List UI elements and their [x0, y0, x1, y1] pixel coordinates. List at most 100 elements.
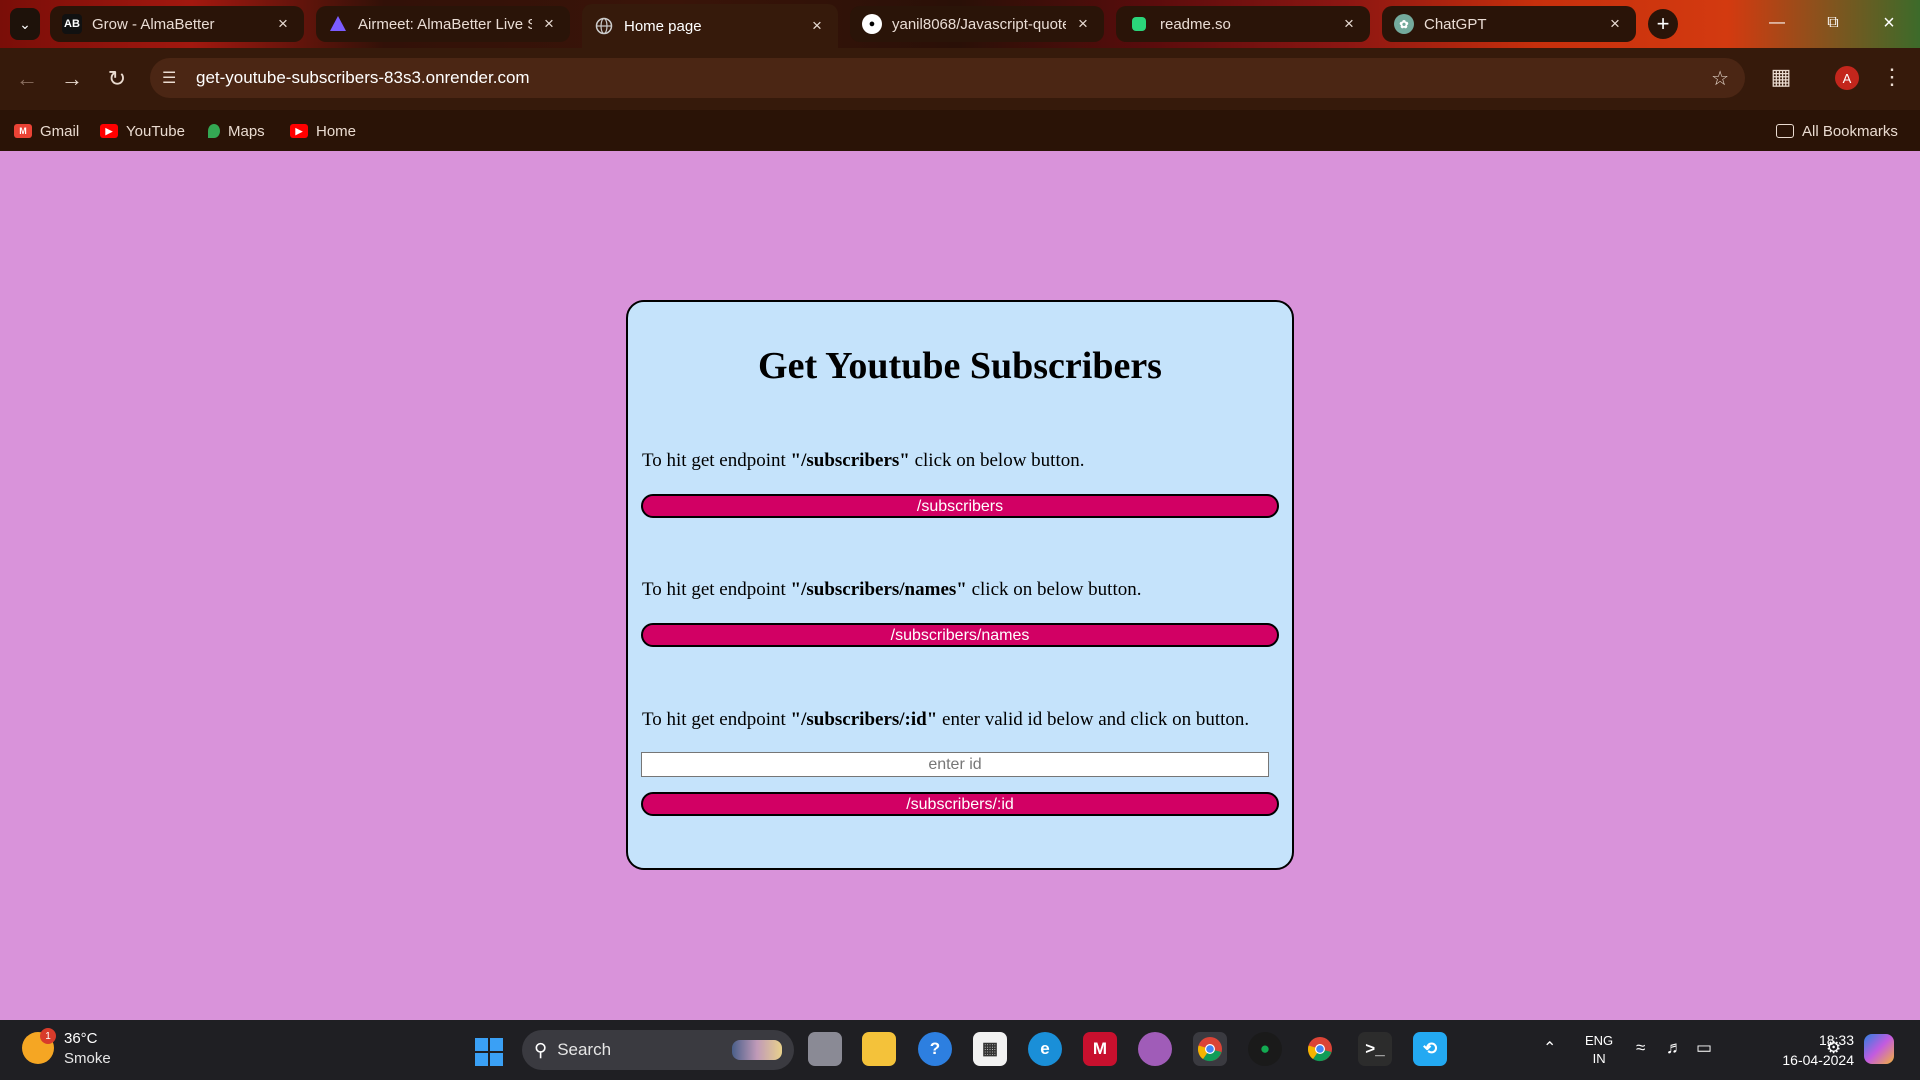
id-input[interactable] [641, 752, 1269, 777]
menu-icon[interactable]: ⋮ [1880, 62, 1904, 92]
toolbar: ← → ↻ ☰ get-youtube-subscribers-83s3.onr… [0, 48, 1920, 110]
battery-icon[interactable]: ▭ [1696, 1038, 1712, 1058]
browser-chrome: ⌄ AB Grow - AlmaBetter × Airmeet: AlmaBe… [0, 0, 1920, 151]
maps-icon [208, 124, 220, 138]
bookmark-label: Gmail [40, 122, 80, 140]
minimize-icon[interactable]: — [1754, 8, 1800, 38]
bookmarks-bar: M Gmail ▶ YouTube Maps ▶ Home All Bookma… [0, 110, 1920, 151]
bookmark-label: Home [316, 122, 357, 140]
time-text: 18:33 [1818, 1032, 1854, 1048]
clock[interactable]: 18:33 16-04-2024 [1774, 1030, 1854, 1070]
chrome-profile-icon[interactable] [1303, 1032, 1337, 1066]
profile-avatar[interactable]: A [1835, 66, 1859, 90]
youtube-icon: ▶ [290, 124, 308, 138]
copilot-pre-icon[interactable] [1864, 1034, 1894, 1064]
help-icon[interactable]: ? [918, 1032, 952, 1066]
bookmark-star-icon[interactable]: ☆ [1711, 66, 1729, 91]
tab-github[interactable]: ● yanil8068/Javascript-quote × [850, 6, 1104, 42]
restore-icon[interactable]: ⧉ [1810, 8, 1856, 38]
desc-suffix: enter valid id below and click on button… [937, 709, 1250, 730]
gmail-icon: M [14, 124, 32, 138]
youtube-icon: ▶ [100, 124, 118, 138]
tab-readme[interactable]: readme.so × [1116, 6, 1370, 42]
settings-gear-icon[interactable]: ⚙ [1826, 1038, 1841, 1058]
endpoint-name: "/subscribers/:id" [790, 709, 938, 730]
tab-almabetter[interactable]: AB Grow - AlmaBetter × [50, 6, 304, 42]
lang-code: ENG [1585, 1033, 1614, 1048]
endpoint-name: "/subscribers" [790, 450, 910, 471]
globe-icon [594, 16, 614, 36]
desc-suffix: click on below button. [909, 450, 1085, 471]
window-close-icon[interactable]: × [1866, 8, 1912, 38]
bookmark-label: Maps [228, 122, 265, 140]
new-tab-button[interactable]: + [1648, 9, 1678, 39]
bookmark-maps[interactable]: Maps [208, 119, 265, 143]
bookmark-youtube[interactable]: ▶ YouTube [100, 119, 185, 143]
almabetter-icon: AB [62, 14, 82, 34]
page-title: Get Youtube Subscribers [758, 345, 1162, 387]
tab-title: Home page [624, 17, 702, 35]
subscribers-card: Get Youtube Subscribers To hit get endpo… [626, 300, 1294, 870]
wifi-icon[interactable]: ≈ [1636, 1038, 1645, 1058]
start-button[interactable] [475, 1038, 503, 1066]
subscribers-names-button[interactable]: /subscribers/names [641, 623, 1279, 647]
terminal-icon[interactable]: >_ [1358, 1032, 1392, 1066]
tab-home-page[interactable]: Home page × [582, 4, 838, 48]
weather-temp[interactable]: 36°C [64, 1030, 98, 1047]
vscode-icon[interactable]: ⟲ [1413, 1032, 1447, 1066]
forward-icon[interactable]: → [55, 62, 89, 96]
region-code: IN [1592, 1051, 1606, 1066]
tab-airmeet[interactable]: Airmeet: AlmaBetter Live S × [316, 6, 570, 42]
close-icon[interactable]: × [1074, 14, 1092, 34]
bookmark-gmail[interactable]: M Gmail [14, 119, 79, 143]
tab-title: Grow - AlmaBetter [92, 15, 215, 33]
all-bookmarks[interactable]: All Bookmarks [1776, 119, 1898, 143]
volume-icon[interactable]: ♬ [1666, 1038, 1683, 1058]
microsoft-store-icon[interactable]: ▦ [973, 1032, 1007, 1066]
edge-icon[interactable]: e [1028, 1032, 1062, 1066]
search-label: Search [557, 1040, 612, 1059]
search-highlight-art [732, 1040, 782, 1060]
chrome-icon[interactable] [1193, 1032, 1227, 1066]
close-icon[interactable]: × [808, 16, 826, 36]
subscribers-id-button[interactable]: /subscribers/:id [641, 792, 1279, 816]
close-icon[interactable]: × [540, 14, 558, 34]
bookmark-label: YouTube [126, 122, 185, 140]
url-text[interactable]: get-youtube-subscribers-83s3.onrender.co… [196, 68, 530, 88]
reload-icon[interactable]: ↻ [100, 62, 134, 96]
chatgpt-icon: ✿ [1394, 14, 1414, 34]
chevron-up-icon[interactable]: ⌃ [1543, 1038, 1556, 1058]
weather-desc[interactable]: Smoke [64, 1050, 111, 1067]
back-icon[interactable]: ← [10, 62, 44, 96]
weather-badge: 1 [40, 1028, 56, 1044]
file-explorer-icon[interactable] [862, 1032, 896, 1066]
taskbar: 1 36°C Smoke ⚲ Search ? ▦ e M ● >_ ⟲ ⌃ E… [0, 1020, 1920, 1080]
taskbar-search[interactable]: ⚲ Search [522, 1030, 794, 1070]
tab-search-button[interactable]: ⌄ [10, 8, 40, 40]
task-view-icon[interactable] [808, 1032, 842, 1066]
tab-title: readme.so [1160, 15, 1231, 33]
tab-title: yanil8068/Javascript-quote [892, 15, 1066, 33]
tab-title: Airmeet: AlmaBetter Live S [358, 15, 532, 33]
subscribers-button[interactable]: /subscribers [641, 494, 1279, 518]
readme-icon [1132, 17, 1146, 31]
desc-suffix: click on below button. [966, 579, 1142, 600]
close-icon[interactable]: × [1340, 14, 1358, 34]
address-bar[interactable]: ☰ get-youtube-subscribers-83s3.onrender.… [150, 58, 1745, 98]
close-icon[interactable]: × [1606, 14, 1624, 34]
endpoint-name: "/subscribers/names" [790, 579, 967, 600]
language-indicator[interactable]: ENG IN [1585, 1032, 1613, 1068]
folder-icon [1776, 124, 1794, 138]
site-info-icon[interactable]: ☰ [162, 68, 182, 88]
mcafee-icon[interactable]: M [1083, 1032, 1117, 1066]
section-names-text: To hit get endpoint "/subscribers/names"… [642, 579, 1142, 601]
desc-prefix: To hit get endpoint [642, 579, 791, 600]
close-icon[interactable]: × [274, 14, 292, 34]
bookmark-home[interactable]: ▶ Home [290, 119, 356, 143]
search-icon: ⚲ [534, 1039, 548, 1060]
desc-prefix: To hit get endpoint [642, 709, 791, 730]
tab-chatgpt[interactable]: ✿ ChatGPT × [1382, 6, 1636, 42]
extensions-icon[interactable]: ▦ [1766, 62, 1796, 92]
copilot-icon[interactable] [1138, 1032, 1172, 1066]
mongodb-compass-icon[interactable]: ● [1248, 1032, 1282, 1066]
